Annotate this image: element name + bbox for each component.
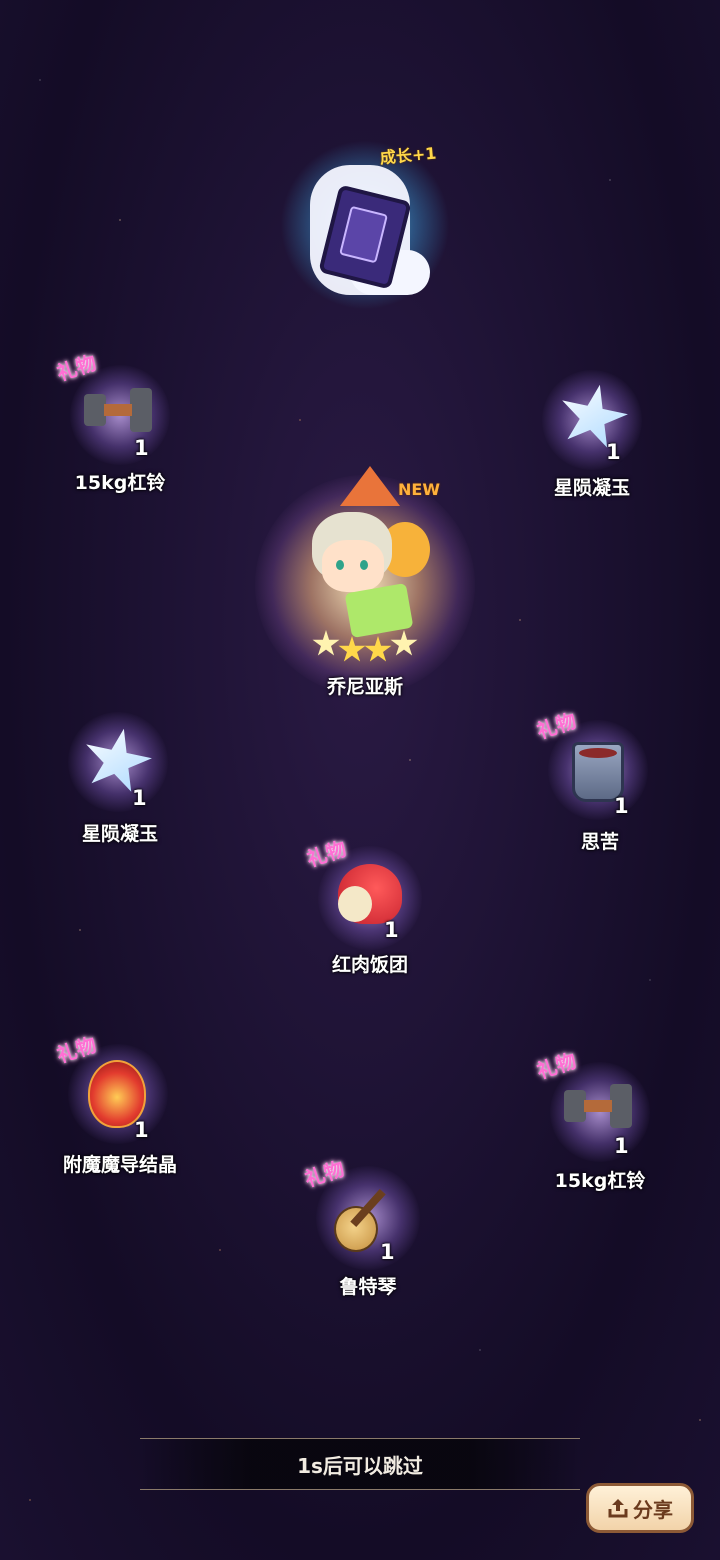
dumbbell-icon (564, 1084, 632, 1128)
item-label: 星陨凝玉 (81, 823, 158, 845)
hero-reward[interactable]: NEW 乔尼亚斯 (240, 460, 490, 710)
share-icon (607, 1497, 629, 1519)
star-icon (338, 636, 366, 662)
item-count: 1 (134, 436, 149, 460)
reward-bitter-cup[interactable]: 礼物 1 思苦 (500, 700, 700, 860)
reward-star-jade-left[interactable]: 1 星陨凝玉 (20, 712, 220, 862)
item-count: 1 (614, 1134, 629, 1158)
item-label: 附魔魔导结晶 (62, 1154, 177, 1176)
hero-star-rating (312, 630, 422, 662)
item-count: 1 (606, 440, 621, 464)
share-button[interactable]: 分享 (586, 1483, 694, 1533)
item-label: 15kg杠铃 (74, 472, 166, 494)
reward-enchant-crystal[interactable]: 礼物 1 附魔魔导结晶 (20, 1022, 220, 1182)
item-count: 1 (380, 1240, 395, 1264)
bitter-cup-icon (572, 742, 624, 802)
skip-countdown-text: 1s后可以跳过 (297, 1453, 423, 1478)
item-label: 红肉饭团 (331, 954, 408, 976)
star-icon (312, 630, 340, 656)
reward-dumbbell-right[interactable]: 礼物 1 15kg杠铃 (500, 1038, 700, 1198)
skip-countdown-bar[interactable]: 1s后可以跳过 (140, 1438, 580, 1490)
share-label: 分享 (633, 1497, 673, 1522)
item-label: 星陨凝玉 (553, 477, 630, 499)
item-count: 1 (134, 1118, 149, 1142)
hero-face (322, 540, 384, 592)
item-label: 思苦 (580, 831, 619, 853)
item-count: 1 (132, 786, 147, 810)
star-icon (364, 636, 392, 662)
item-count: 1 (614, 794, 629, 818)
star-icon (390, 630, 418, 656)
reward-star-jade-right[interactable]: 1 星陨凝玉 (492, 360, 692, 510)
item-label: 鲁特琴 (339, 1276, 397, 1298)
new-badge: NEW (398, 480, 440, 499)
item-count: 1 (384, 918, 399, 942)
reward-lute[interactable]: 礼物 1 鲁特琴 (268, 1148, 468, 1308)
reward-rice-ball[interactable]: 礼物 1 红肉饭团 (270, 828, 470, 988)
reward-dumbbell-left[interactable]: 礼物 1 15kg杠铃 (20, 340, 220, 500)
rice-ball-icon (338, 864, 402, 924)
dumbbell-icon (84, 388, 152, 432)
new-arrow-icon (340, 466, 400, 506)
growth-card-reward[interactable]: 成长+1 (280, 130, 460, 330)
hero-name: 乔尼亚斯 (326, 676, 403, 698)
item-label: 15kg杠铃 (554, 1170, 646, 1192)
